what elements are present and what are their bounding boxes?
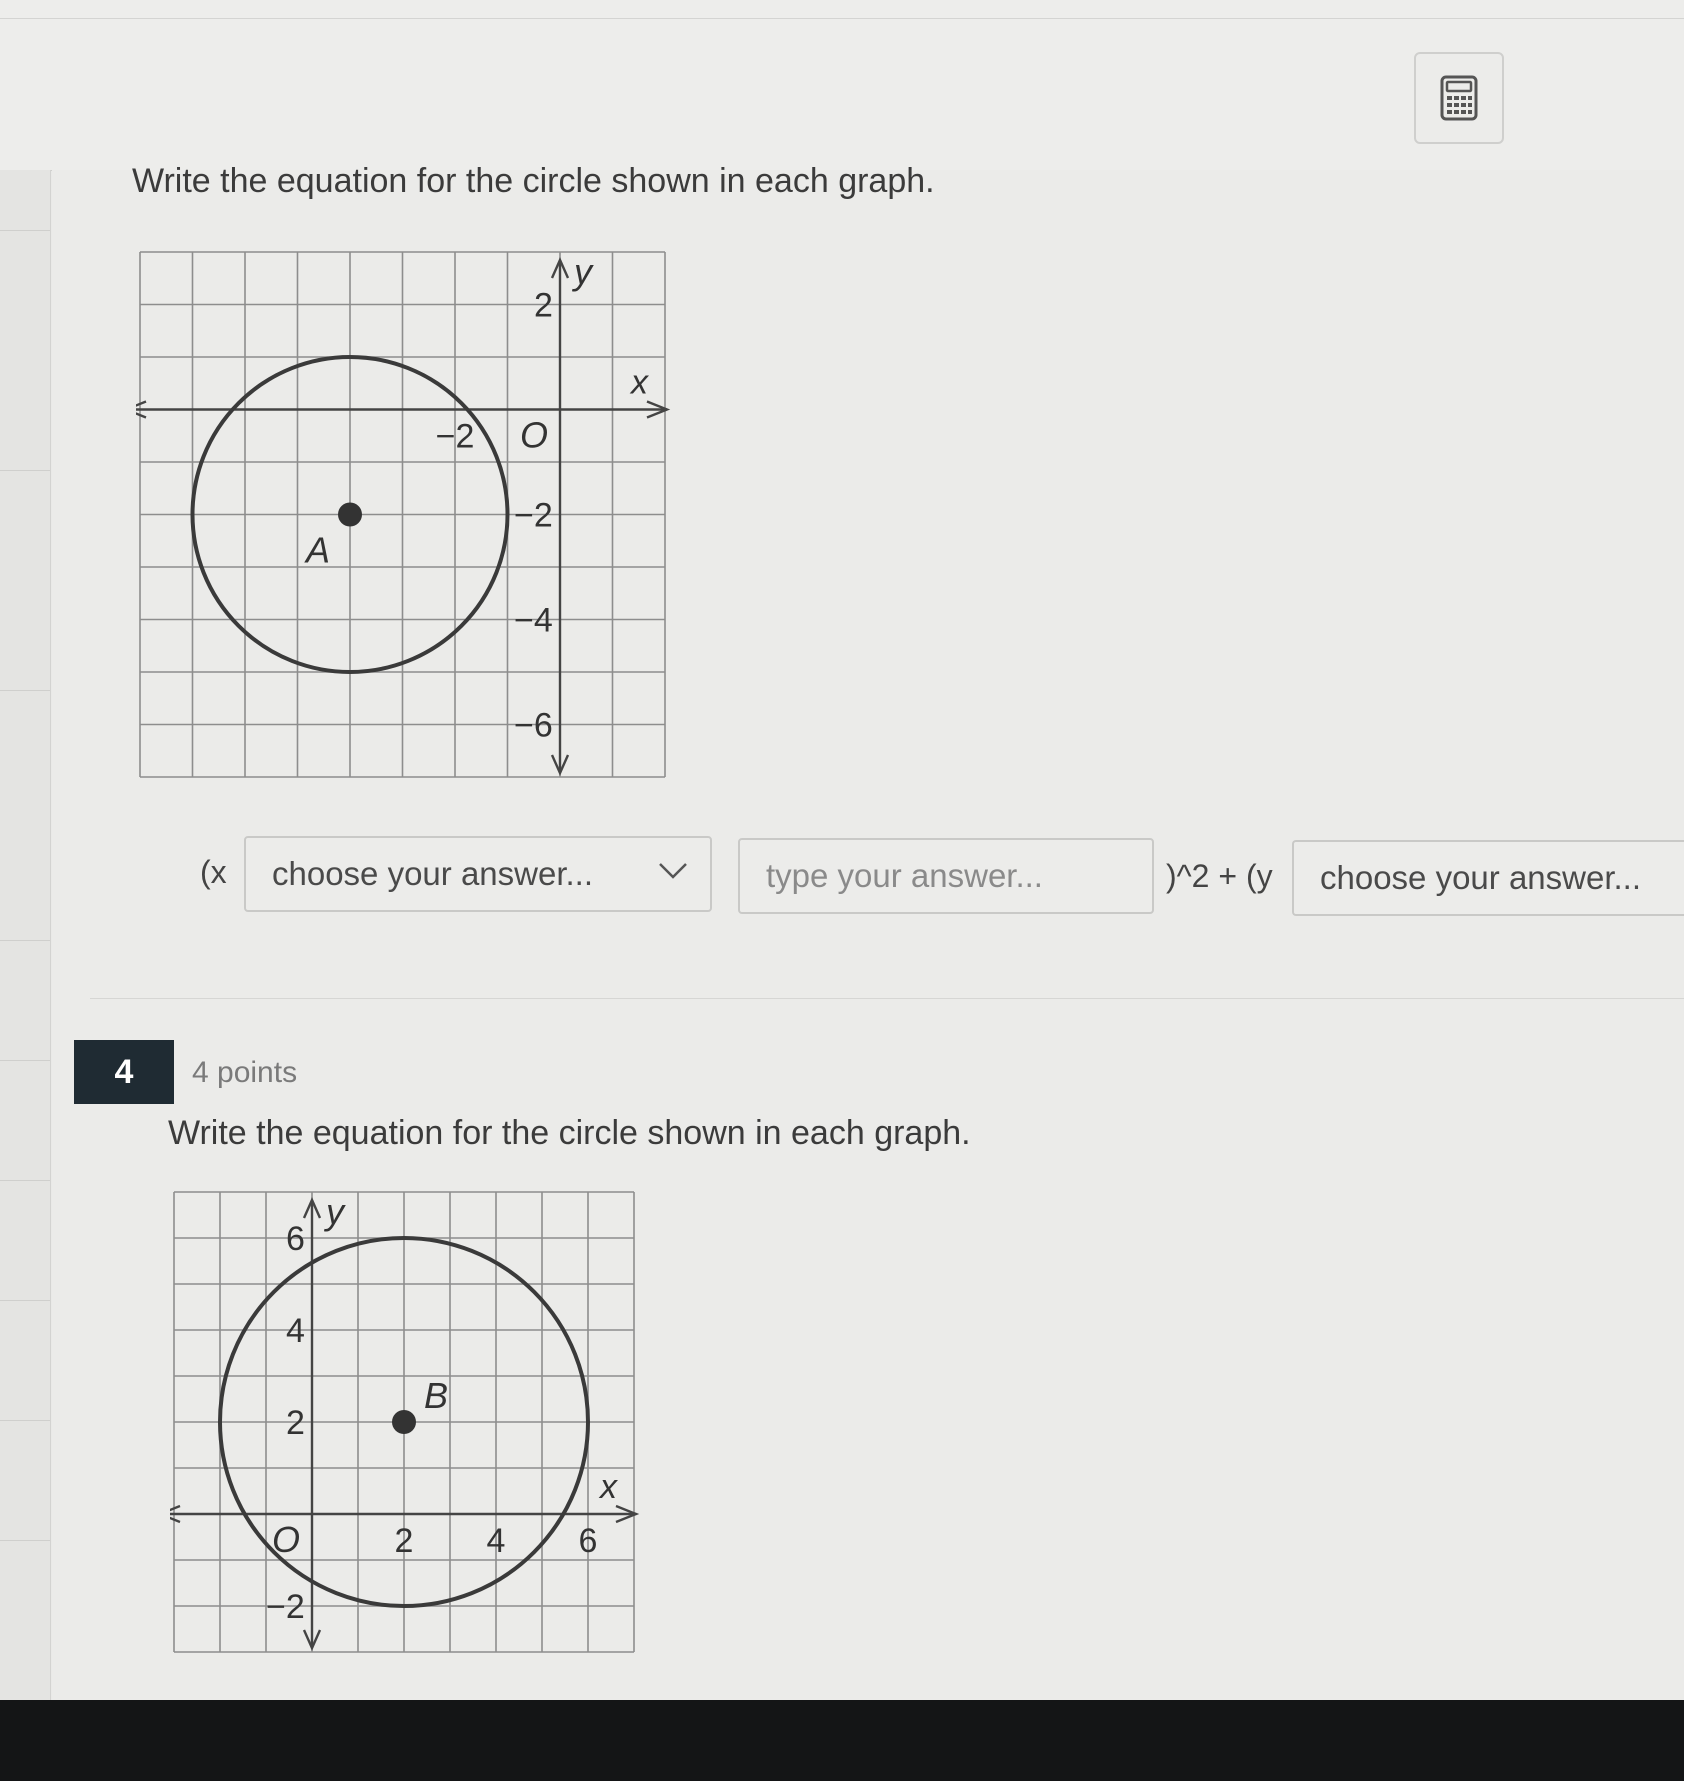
rail-divider bbox=[0, 940, 50, 941]
equation-mid-text: )^2 + (y bbox=[1166, 858, 1273, 894]
select-placeholder: choose your answer... bbox=[272, 855, 594, 892]
rail-divider bbox=[0, 470, 50, 471]
center-point bbox=[392, 1410, 416, 1434]
x-tick-label: 2 bbox=[395, 1522, 414, 1560]
k-value-select[interactable]: choose your answer... bbox=[1292, 840, 1684, 916]
y-tick-label: −6 bbox=[514, 707, 553, 745]
screen-bezel bbox=[0, 1700, 1684, 1781]
h-value-select[interactable]: choose your answer... bbox=[244, 836, 712, 912]
rail-divider bbox=[0, 690, 50, 691]
rail-divider bbox=[0, 1420, 50, 1421]
circle-graph-b: xyO 2 4 6642−2B bbox=[170, 1191, 640, 1653]
rail-divider bbox=[0, 1540, 50, 1541]
rail-divider bbox=[0, 1180, 50, 1181]
input-placeholder: type your answer... bbox=[766, 857, 1043, 894]
left-rail bbox=[0, 170, 51, 1700]
question-divider bbox=[90, 998, 1684, 999]
origin-label: O bbox=[520, 415, 548, 456]
y-tick-label: 2 bbox=[286, 1404, 305, 1442]
rail-divider bbox=[0, 1300, 50, 1301]
question-prompt: Write the equation for the circle shown … bbox=[132, 162, 935, 200]
center-point-label: B bbox=[424, 1375, 448, 1416]
y-tick-label: −2 bbox=[514, 497, 553, 535]
center-point-label: A bbox=[304, 530, 330, 571]
y-tick-label: 6 bbox=[286, 1220, 305, 1258]
circle-graph-a: x y O −2 2 −2 −4 −6 A bbox=[136, 251, 671, 778]
x-axis-label: x bbox=[598, 1468, 618, 1506]
chevron-down-icon bbox=[659, 863, 687, 879]
x-tick-label: −2 bbox=[436, 418, 475, 456]
y-tick-label: −2 bbox=[266, 1588, 305, 1626]
points-label: 4 points bbox=[192, 1056, 298, 1089]
question-number-badge: 4 bbox=[74, 1040, 174, 1104]
calculator-button[interactable] bbox=[1414, 52, 1504, 144]
x-axis-label: x bbox=[629, 364, 649, 402]
answer-input[interactable]: type your answer... bbox=[738, 838, 1154, 914]
y-axis-label: y bbox=[323, 1191, 346, 1232]
calculator-icon bbox=[1440, 75, 1478, 121]
x-tick-label: 4 bbox=[487, 1522, 506, 1560]
center-point bbox=[338, 502, 362, 527]
top-divider bbox=[0, 18, 1684, 19]
question-prompt: Write the equation for the circle shown … bbox=[168, 1114, 971, 1152]
y-tick-label: −4 bbox=[514, 602, 553, 640]
y-axis-label: y bbox=[571, 251, 594, 292]
rail-divider bbox=[0, 1060, 50, 1061]
top-bar bbox=[0, 0, 1684, 171]
y-tick-label: 4 bbox=[286, 1312, 305, 1350]
equation-open-x: (x bbox=[200, 854, 227, 890]
select-placeholder: choose your answer... bbox=[1320, 859, 1642, 896]
rail-divider bbox=[0, 230, 50, 231]
y-tick-label: 2 bbox=[534, 287, 553, 325]
x-tick-label: 6 bbox=[579, 1522, 598, 1560]
